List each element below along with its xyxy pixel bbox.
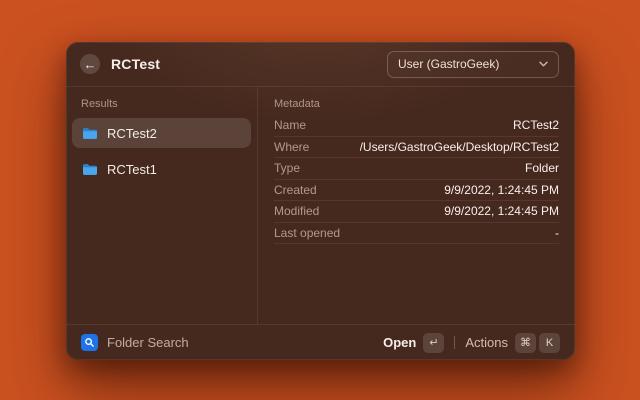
window-header: ← RCTest User (GastroGeek): [66, 42, 575, 87]
metadata-value: Folder: [525, 161, 559, 175]
user-dropdown-value: User (GastroGeek): [398, 57, 499, 71]
search-icon: [81, 334, 98, 351]
result-label: RCTest2: [107, 126, 157, 141]
metadata-row-type: Type Folder: [274, 158, 559, 180]
actions-shortcut: ⌘ K: [515, 333, 560, 353]
result-label: RCTest1: [107, 162, 157, 177]
search-input[interactable]: [107, 335, 383, 350]
metadata-row-name: Name RCTest2: [274, 115, 559, 137]
metadata-heading: Metadata: [274, 98, 559, 110]
metadata-label: Where: [274, 140, 309, 154]
open-label: Open: [383, 335, 416, 350]
actions-button[interactable]: Actions ⌘ K: [465, 333, 560, 353]
metadata-row-modified: Modified 9/9/2022, 1:24:45 PM: [274, 201, 559, 223]
result-row-rctest1[interactable]: RCTest1: [72, 154, 251, 184]
metadata-value: RCTest2: [513, 118, 559, 132]
folder-icon: [82, 163, 98, 176]
enter-key-icon: ↵: [423, 333, 444, 353]
metadata-label: Modified: [274, 204, 319, 218]
actions-label: Actions: [465, 335, 508, 350]
back-arrow-icon: ←: [84, 58, 97, 71]
metadata-value: 9/9/2022, 1:24:45 PM: [444, 183, 559, 197]
k-key: K: [539, 333, 560, 353]
metadata-value: -: [555, 226, 559, 240]
cmd-key-icon: ⌘: [515, 333, 536, 353]
footer-bar: Open ↵ Actions ⌘ K: [66, 324, 575, 360]
metadata-value: 9/9/2022, 1:24:45 PM: [444, 204, 559, 218]
metadata-value: /Users/GastroGeek/Desktop/RCTest2: [360, 140, 559, 154]
metadata-label: Name: [274, 118, 306, 132]
metadata-label: Last opened: [274, 226, 340, 240]
result-row-rctest2[interactable]: RCTest2: [72, 118, 251, 148]
footer-divider: [454, 336, 455, 349]
metadata-panel: Metadata Name RCTest2 Where /Users/Gastr…: [258, 87, 575, 324]
back-button[interactable]: ←: [80, 54, 100, 74]
launcher-window: ← RCTest User (GastroGeek) Results RCTes…: [66, 42, 575, 360]
user-dropdown[interactable]: User (GastroGeek): [387, 51, 559, 78]
folder-icon: [82, 127, 98, 140]
metadata-row-last-opened: Last opened -: [274, 223, 559, 245]
metadata-label: Created: [274, 183, 317, 197]
open-button[interactable]: Open ↵: [383, 333, 444, 353]
results-panel: Results RCTest2 RCTest1: [66, 87, 258, 324]
metadata-label: Type: [274, 161, 300, 175]
metadata-row-where: Where /Users/GastroGeek/Desktop/RCTest2: [274, 137, 559, 159]
metadata-row-created: Created 9/9/2022, 1:24:45 PM: [274, 180, 559, 202]
chevron-down-icon: [539, 61, 548, 67]
page-title: RCTest: [111, 56, 160, 72]
content-area: Results RCTest2 RCTest1: [66, 87, 575, 324]
results-heading: Results: [81, 98, 242, 110]
